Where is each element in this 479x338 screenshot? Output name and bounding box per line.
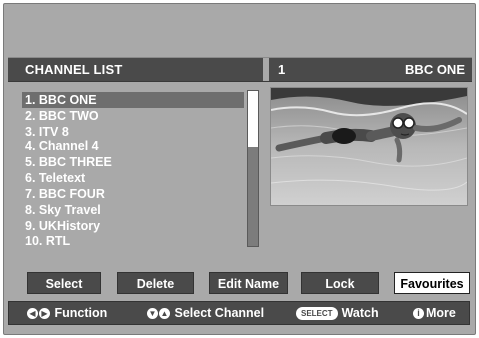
channel-item-2[interactable]: 2. BBC TWO: [22, 108, 244, 124]
channel-list: 1. BBC ONE 2. BBC TWO 3. ITV 8 4. Channe…: [17, 88, 262, 249]
watch-hint: SELECT Watch: [296, 306, 379, 321]
info-icon: i: [413, 308, 424, 320]
swimmer-photo: [271, 88, 467, 205]
action-buttons: Select Delete Edit Name Lock Favourites: [0, 272, 479, 296]
channel-item-1[interactable]: 1. BBC ONE: [22, 92, 244, 108]
select-button[interactable]: Select: [27, 272, 101, 294]
channel-item-10[interactable]: 10. RTL: [22, 233, 244, 249]
current-channel-name: BBC ONE: [405, 62, 465, 77]
channel-preview-image: [270, 87, 468, 206]
lock-button[interactable]: Lock: [301, 272, 379, 294]
list-scrollbar[interactable]: [247, 90, 259, 247]
up-arrow-icon: ▲: [159, 308, 170, 320]
channel-item-4[interactable]: 4. Channel 4: [22, 138, 244, 154]
header-divider: [263, 58, 269, 81]
down-arrow-icon: ▼: [147, 308, 158, 320]
channel-item-7[interactable]: 7. BBC FOUR: [22, 186, 244, 202]
scrollbar-thumb[interactable]: [248, 91, 258, 147]
channel-item-6[interactable]: 6. Teletext: [22, 170, 244, 186]
more-hint: i More: [413, 306, 456, 320]
channel-item-5[interactable]: 5. BBC THREE: [22, 154, 244, 170]
header-bar: CHANNEL LIST 1 BBC ONE: [8, 57, 472, 82]
select-channel-hint: ▼ ▲ Select Channel: [147, 306, 264, 320]
right-arrow-icon: ▶: [39, 308, 50, 320]
favourites-button[interactable]: Favourites: [394, 272, 470, 294]
edit-name-button[interactable]: Edit Name: [209, 272, 288, 294]
left-arrow-icon: ◀: [27, 308, 38, 320]
select-channel-label: Select Channel: [174, 306, 265, 320]
channel-item-8[interactable]: 8. Sky Travel: [22, 202, 244, 218]
function-hint: ◀ ▶ Function: [27, 306, 107, 320]
page-title: CHANNEL LIST: [25, 62, 123, 77]
function-label: Function: [54, 306, 108, 320]
watch-label: Watch: [341, 306, 379, 320]
hint-bar: ◀ ▶ Function ▼ ▲ Select Channel SELECT Watc…: [8, 301, 470, 325]
select-key-icon: SELECT: [296, 307, 338, 321]
current-channel-number: 1: [278, 62, 286, 77]
channel-item-9[interactable]: 9. UKHistory: [22, 218, 244, 234]
delete-button[interactable]: Delete: [117, 272, 194, 294]
more-label: More: [426, 306, 456, 320]
